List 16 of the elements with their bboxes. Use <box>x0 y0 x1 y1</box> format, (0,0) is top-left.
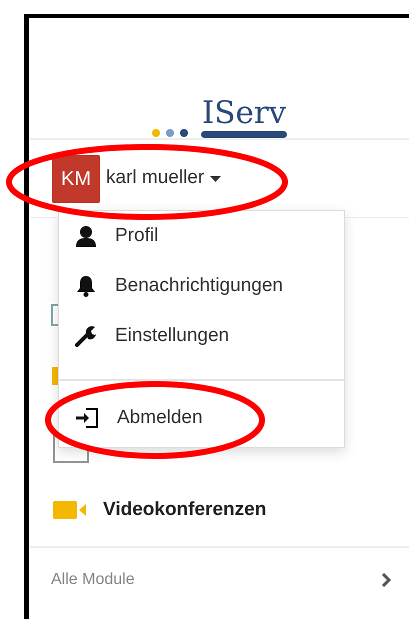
bell-icon <box>75 275 97 297</box>
caret-icon <box>210 176 222 182</box>
all-modules-link[interactable]: Alle Module <box>29 548 409 592</box>
video-camera-icon <box>53 501 87 520</box>
wrench-icon <box>75 325 97 347</box>
person-icon <box>75 225 97 247</box>
chevron-right-icon <box>381 573 391 587</box>
menu-item[interactable]: Profil <box>59 211 344 261</box>
menu-item[interactable]: Abmelden <box>59 393 344 443</box>
menu-item[interactable]: Benachrichtigungen <box>59 261 344 311</box>
logout-icon <box>75 407 99 429</box>
avatar: KM <box>52 154 100 202</box>
user-menu-toggle[interactable]: karl mueller <box>106 164 222 193</box>
module-link[interactable]: Videokonferenzen <box>53 496 266 524</box>
menu-item[interactable]: Einstellungen <box>59 311 344 361</box>
iserv-logo[interactable]: IServ <box>151 38 287 138</box>
